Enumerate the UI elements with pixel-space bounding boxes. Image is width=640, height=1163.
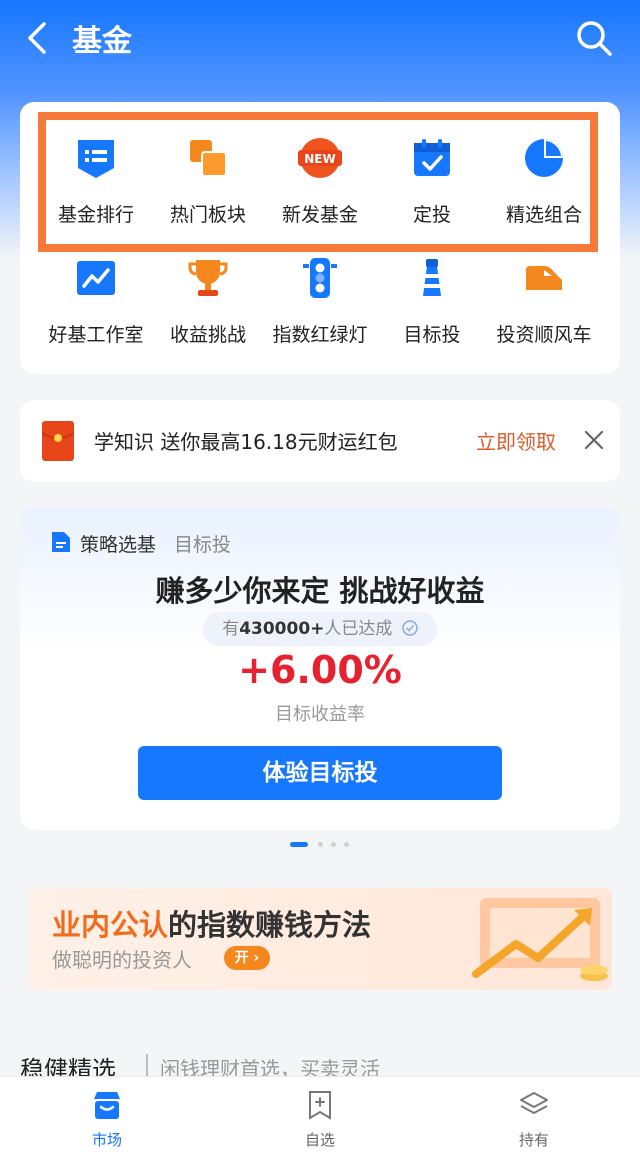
- open-button[interactable]: 开 ›: [224, 946, 270, 970]
- carousel-dot-active: [290, 842, 308, 847]
- promo-title: 赚多少你来定 挑战好收益: [155, 574, 485, 608]
- search-icon: [577, 21, 612, 56]
- trend-chart-icon: [77, 261, 115, 295]
- ad-subtitle: 做聪明的投资人: [52, 948, 192, 972]
- grid-item-label: 好基工作室: [48, 324, 144, 346]
- carousel-dot: [331, 842, 336, 847]
- tab-holdings[interactable]: 持有: [474, 1077, 594, 1163]
- lighthouse-icon: [423, 259, 441, 296]
- document-icon: [52, 532, 70, 552]
- claim-now-link[interactable]: 立即领取: [476, 426, 556, 455]
- close-icon[interactable]: [582, 428, 606, 452]
- grid-item-invest-carpool[interactable]: 投资顺风车: [484, 256, 604, 366]
- highlight-box: [38, 112, 598, 252]
- layers-icon: [520, 1092, 548, 1114]
- top-bar: 基金: [0, 0, 640, 80]
- back-button[interactable]: [18, 18, 58, 58]
- red-packet-banner[interactable]: 学知识 送你最高16.18元财运红包 立即领取: [20, 400, 620, 482]
- search-button[interactable]: [572, 16, 616, 60]
- carousel-dot: [344, 842, 349, 847]
- rising-chart-illustration: [472, 898, 608, 981]
- grid-item-label: 收益挑战: [169, 324, 246, 346]
- check-circle-icon: [402, 620, 418, 636]
- banner-text: 学知识 送你最高16.18元财运红包: [94, 430, 398, 454]
- grid-item-label: 指数红绿灯: [272, 324, 368, 346]
- index-method-ad[interactable]: 业内公认的指数赚钱方法 做聪明的投资人 开 ›: [28, 888, 612, 990]
- bottom-tab-bar: 市场 自选 持有: [0, 1076, 640, 1163]
- grid-item-label: 目标投: [403, 324, 461, 346]
- grid-item-profit-challenge[interactable]: 收益挑战: [148, 256, 268, 366]
- traffic-light-icon: [303, 258, 337, 298]
- grid-item-label: 投资顺风车: [496, 324, 592, 346]
- strategy-tag: 策略选基: [80, 534, 157, 556]
- target-invest-tag: 目标投: [174, 534, 232, 556]
- bookmark-add-icon: [309, 1091, 331, 1120]
- grid-item-fund-studio[interactable]: 好基工作室: [36, 256, 156, 366]
- grid-item-target-invest[interactable]: 目标投: [372, 256, 492, 366]
- ad-title: 业内公认的指数赚钱方法: [52, 908, 372, 942]
- try-target-invest-button[interactable]: 体验目标投: [138, 746, 502, 800]
- carousel-dot: [318, 842, 323, 847]
- car-icon: [526, 266, 562, 290]
- target-rate: +6.00%: [238, 648, 402, 692]
- chevron-left-icon: [28, 22, 46, 54]
- tab-watchlist[interactable]: 自选: [260, 1077, 380, 1163]
- trophy-icon: [188, 260, 228, 296]
- red-packet-icon: [42, 421, 74, 461]
- page-title: 基金: [72, 24, 132, 59]
- carousel-indicator: [290, 842, 350, 848]
- store-icon: [94, 1092, 120, 1119]
- achievers-pill: 有430000+人已达成: [203, 612, 437, 646]
- target-rate-label: 目标收益率: [275, 704, 365, 725]
- target-invest-card: 策略选基 目标投 赚多少你来定 挑战好收益 有430000+人已达成 +6.00…: [20, 508, 620, 830]
- section-divider: [146, 1054, 148, 1076]
- grid-item-index-traffic-light[interactable]: 指数红绿灯: [260, 256, 380, 366]
- tab-label: 市场: [91, 1131, 122, 1149]
- tab-market[interactable]: 市场: [47, 1077, 167, 1163]
- tab-label: 自选: [304, 1131, 335, 1149]
- tab-label: 持有: [518, 1131, 549, 1149]
